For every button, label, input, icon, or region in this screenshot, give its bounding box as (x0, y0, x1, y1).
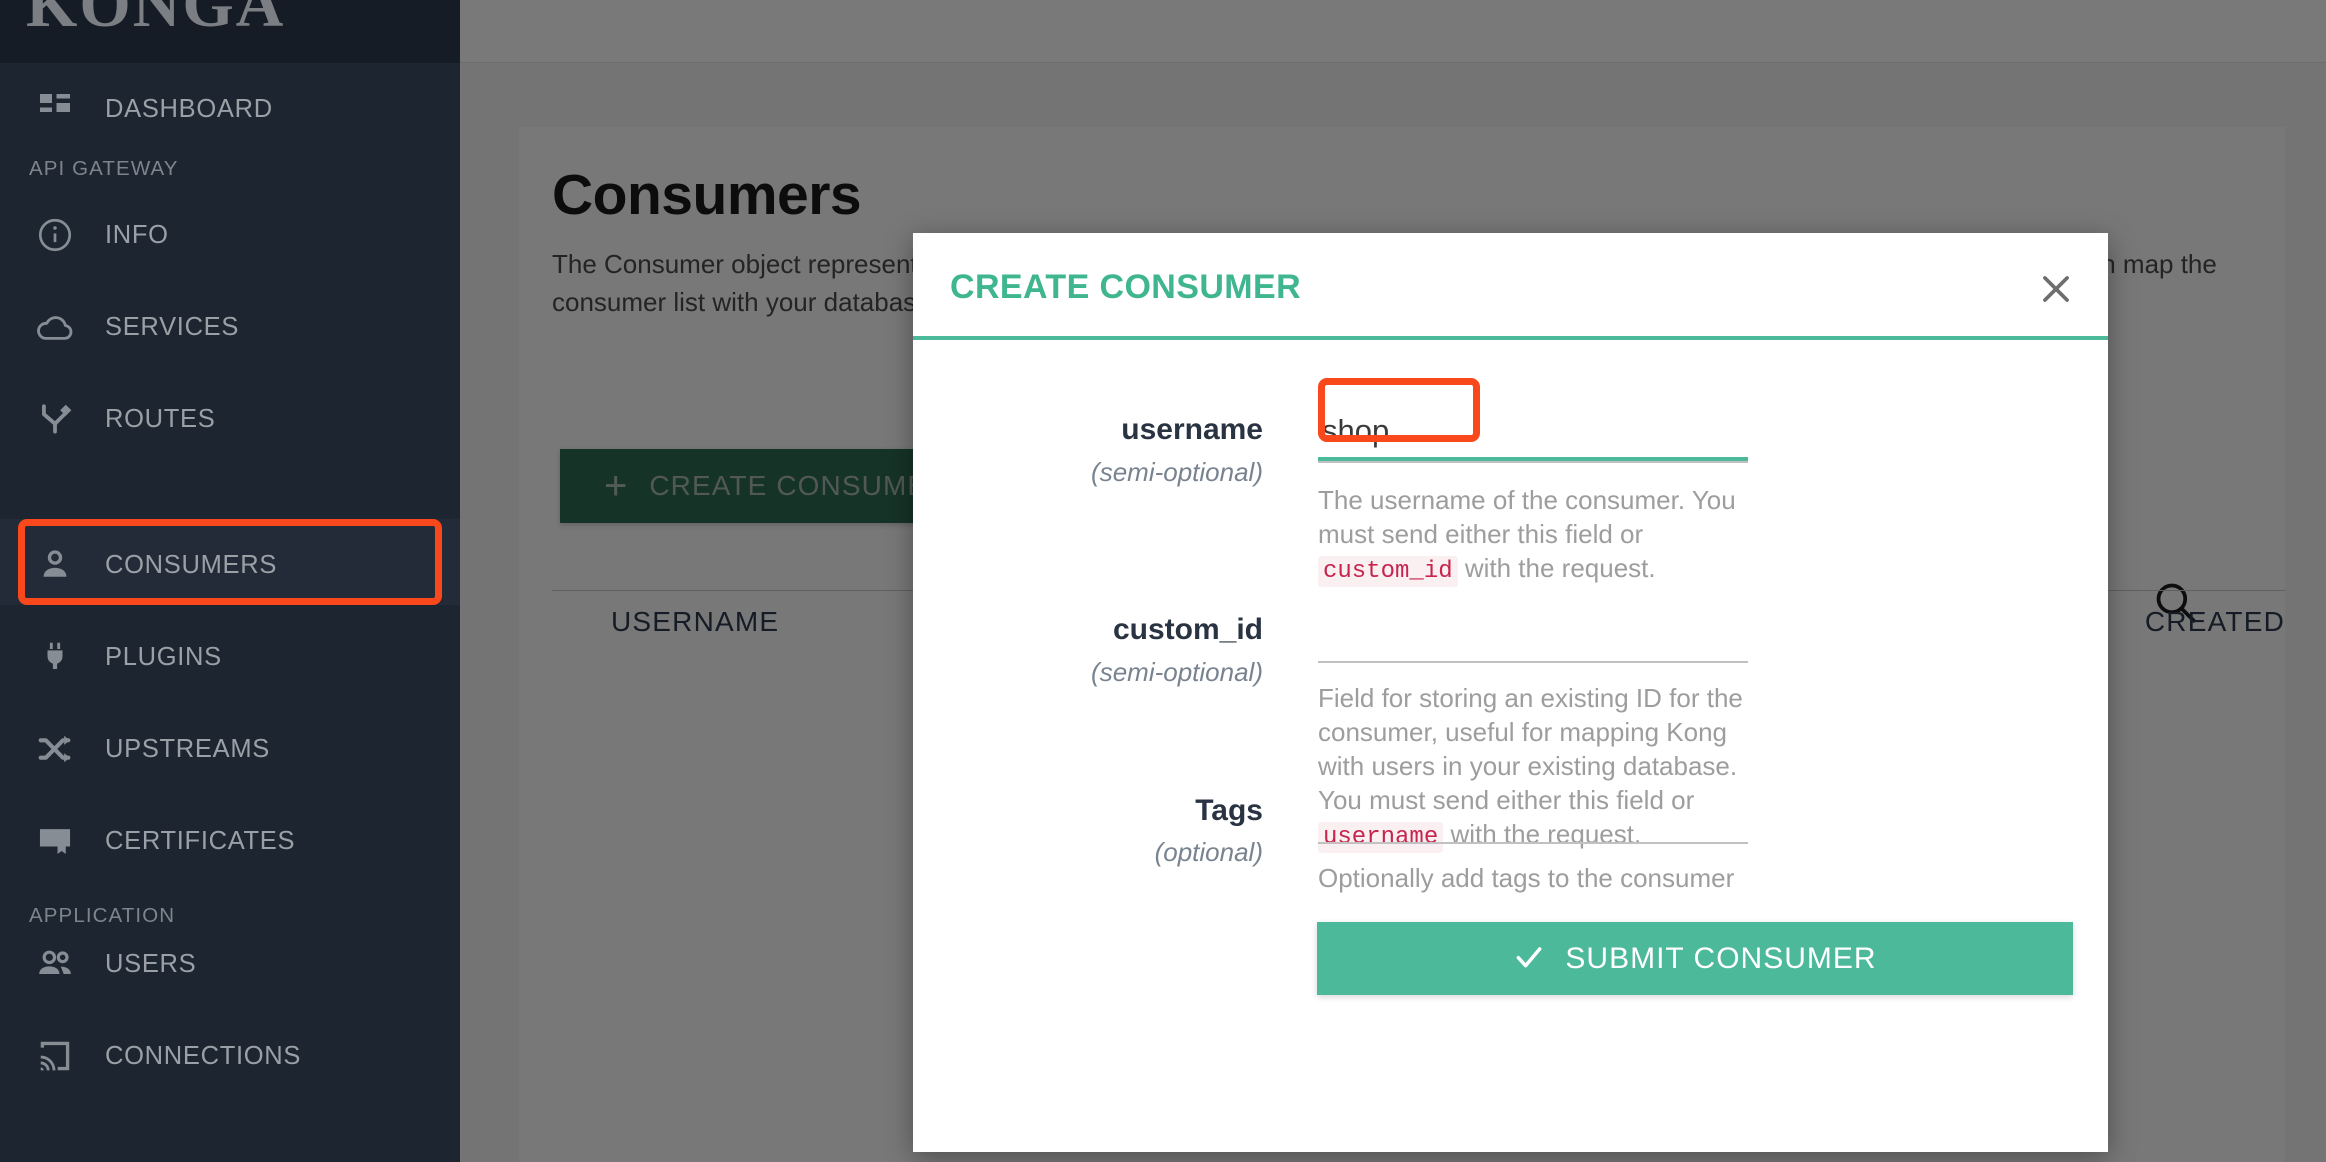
sidebar-item-upstreams[interactable]: UPSTREAMS (0, 703, 460, 795)
sidebar: KONGA DASHBOARD API GATEWAY INFO SERVICE… (0, 0, 460, 1162)
field-username-help-before: The username of the consumer. You must s… (1318, 485, 1736, 549)
tags-input[interactable] (1318, 794, 1748, 836)
field-custom-id-label: custom_id (1112, 613, 1263, 646)
field-username-help-code: custom_id (1318, 556, 1458, 587)
sidebar-item-label: SERVICES (105, 312, 240, 341)
tags-input-wrap (1318, 794, 1748, 844)
cast-icon (28, 1029, 82, 1083)
field-username-help-after: with the request. (1457, 553, 1656, 583)
field-tags-sublabel: (optional) (1154, 837, 1263, 867)
sidebar-section-api-gateway: API GATEWAY (29, 157, 179, 180)
username-input-wrap (1318, 413, 1748, 463)
dashboard-icon (28, 82, 82, 136)
person-icon (28, 538, 82, 592)
routes-icon (28, 392, 82, 446)
close-icon[interactable] (2032, 265, 2080, 313)
info-icon (28, 208, 82, 262)
sidebar-item-label: DASHBOARD (105, 94, 273, 123)
sidebar-item-label: CONNECTIONS (105, 1041, 302, 1070)
sidebar-item-certificates[interactable]: CERTIFICATES (0, 795, 460, 887)
custom-id-input[interactable] (1318, 613, 1748, 655)
sidebar-item-label: USERS (105, 949, 197, 978)
check-icon (1513, 941, 1545, 976)
sidebar-item-consumers[interactable]: CONSUMERS (0, 519, 460, 611)
custom-id-underline (1318, 661, 1748, 663)
sidebar-logo-text: KONGA (26, 0, 286, 41)
shuffle-icon (28, 722, 82, 776)
sidebar-item-routes[interactable]: ROUTES (0, 373, 460, 465)
username-underline (1318, 461, 1748, 463)
certificate-icon (28, 814, 82, 868)
submit-consumer-button[interactable]: SUBMIT CONSUMER (1317, 922, 2073, 995)
sidebar-item-label: UPSTREAMS (105, 734, 270, 763)
username-input[interactable] (1318, 413, 1748, 455)
sidebar-item-label: CERTIFICATES (105, 826, 296, 855)
plug-icon (28, 630, 82, 684)
sidebar-item-users[interactable]: USERS (0, 918, 460, 1010)
field-username-sublabel: (semi-optional) (1091, 457, 1263, 487)
field-custom-id-sublabel: (semi-optional) (1091, 657, 1263, 687)
cloud-icon (28, 300, 82, 354)
field-tags-help: Optionally add tags to the consumer (1318, 863, 1735, 893)
tags-underline (1318, 842, 1748, 844)
sidebar-item-plugins[interactable]: PLUGINS (0, 611, 460, 703)
field-username-label: username (1121, 413, 1263, 446)
sidebar-item-connections[interactable]: CONNECTIONS (0, 1010, 460, 1102)
sidebar-item-label: ROUTES (105, 404, 216, 433)
app-root: KONGA DASHBOARD API GATEWAY INFO SERVICE… (0, 0, 2326, 1162)
create-consumer-modal: CREATE CONSUMER username (semi-optional)… (913, 233, 2108, 1152)
modal-header: CREATE CONSUMER (913, 233, 2108, 340)
custom-id-input-wrap (1318, 613, 1748, 663)
sidebar-logo[interactable]: KONGA (0, 0, 460, 63)
sidebar-item-dashboard[interactable]: DASHBOARD (0, 63, 460, 155)
sidebar-item-label: PLUGINS (105, 642, 222, 671)
field-username-help: The username of the consumer. You must s… (1318, 483, 1763, 589)
users-icon (28, 937, 82, 991)
field-tags-label: Tags (1195, 794, 1263, 827)
modal-title: CREATE CONSUMER (950, 268, 1302, 306)
sidebar-item-services[interactable]: SERVICES (0, 281, 460, 373)
sidebar-item-info[interactable]: INFO (0, 189, 460, 281)
sidebar-item-label: CONSUMERS (105, 550, 278, 579)
submit-consumer-button-label: SUBMIT CONSUMER (1565, 941, 1877, 975)
username-underline-active (1318, 457, 1748, 461)
sidebar-item-label: INFO (105, 220, 169, 249)
